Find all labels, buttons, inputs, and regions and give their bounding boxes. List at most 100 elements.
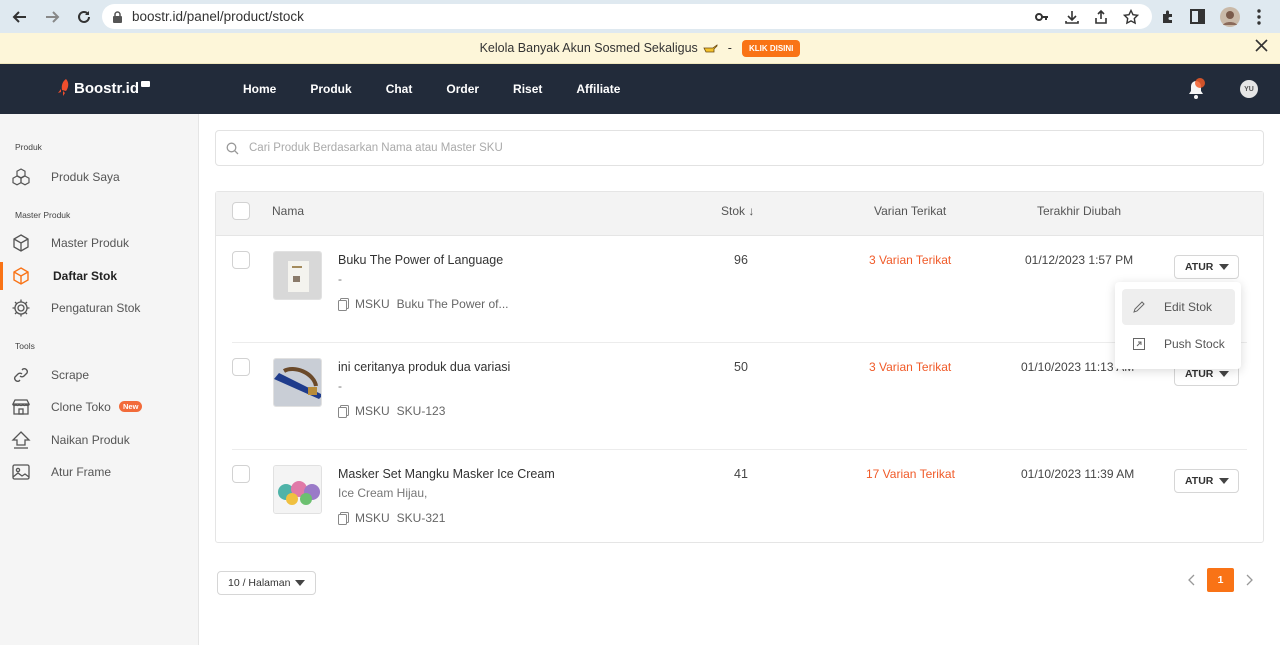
atur-label: ATUR (1185, 368, 1214, 380)
product-thumbnail[interactable] (273, 465, 322, 514)
column-stok[interactable]: Stok ↓ (721, 204, 754, 218)
product-thumbnail[interactable] (273, 251, 322, 300)
column-varian-terikat: Varian Terikat (874, 204, 947, 218)
sidebar-item-naikan-produk[interactable]: Naikan Produk (0, 426, 198, 454)
row-checkbox[interactable] (232, 358, 250, 376)
page-button-current[interactable]: 1 (1207, 568, 1234, 592)
sidebar-item-label: Scrape (51, 368, 90, 382)
promo-text: Kelola Banyak Akun Sosmed Sekaligus (479, 41, 698, 55)
browser-toolbar: boostr.id/panel/product/stock (0, 0, 1280, 33)
select-all-checkbox[interactable] (232, 202, 250, 220)
sidebar-section-produk: Produk (15, 142, 42, 152)
star-icon[interactable] (1123, 4, 1139, 29)
sidebar-item-daftar-stok[interactable]: Daftar Stok (0, 262, 198, 290)
search-placeholder: Cari Produk Berdasarkan Nama atau Master… (249, 142, 503, 154)
new-badge: New (119, 401, 143, 412)
atur-button[interactable]: ATUR (1174, 469, 1239, 493)
sidebar: Produk Produk Saya Master Produk Master … (0, 114, 199, 645)
promo-banner: Kelola Banyak Akun Sosmed Sekaligus - KL… (0, 33, 1280, 64)
atur-dropdown-menu: Edit Stok Push Stock (1115, 282, 1241, 369)
stock-table: Nama Stok ↓ Varian Terikat Terakhir Diub… (215, 191, 1264, 543)
avatar[interactable]: YU (1240, 80, 1258, 98)
sidebar-item-label: Atur Frame (51, 465, 112, 479)
sidebar-section-master-produk: Master Produk (15, 210, 71, 220)
table-row: Buku The Power of Language - MSKU Buku T… (216, 236, 1263, 343)
reload-icon[interactable] (69, 2, 99, 32)
nav-produk[interactable]: Produk (310, 82, 351, 96)
sidebar-item-master-produk[interactable]: Master Produk (0, 229, 198, 257)
sku-value: SKU-123 (396, 404, 446, 418)
row-checkbox[interactable] (232, 251, 250, 269)
url-host: boostr.id (132, 9, 184, 24)
sidebar-item-produk-saya[interactable]: Produk Saya (0, 163, 198, 191)
link-icon (11, 365, 31, 385)
linked-variants-link[interactable]: 3 Varian Terikat (869, 360, 951, 374)
app-header: Boostr.id Home Produk Chat Order Riset A… (0, 64, 1280, 114)
extensions-icon[interactable] (1160, 4, 1176, 29)
copy-icon[interactable] (338, 297, 349, 311)
image-icon (11, 462, 31, 482)
menu-item-label: Push Stock (1164, 337, 1225, 351)
last-updated: 01/12/2023 1:57 PM (1025, 253, 1134, 267)
menu-item-push-stock[interactable]: Push Stock (1122, 326, 1235, 362)
table-header: Nama Stok ↓ Varian Terikat Terakhir Diub… (216, 192, 1263, 236)
key-icon[interactable] (1035, 4, 1049, 29)
linked-variants-link[interactable]: 17 Varian Terikat (866, 467, 955, 481)
gear-icon (11, 298, 31, 318)
caret-down-icon (295, 580, 305, 586)
product-variant: - (338, 379, 342, 393)
logo-text: Boostr.id (74, 79, 140, 97)
nav-order[interactable]: Order (446, 82, 479, 96)
column-terakhir-diubah: Terakhir Diubah (1037, 204, 1122, 218)
atur-label: ATUR (1185, 475, 1214, 487)
search-input[interactable]: Cari Produk Berdasarkan Nama atau Master… (215, 130, 1264, 166)
stock-value: 41 (734, 467, 748, 481)
share-icon[interactable] (1093, 4, 1109, 29)
copy-icon[interactable] (338, 404, 349, 418)
store-icon (11, 397, 31, 417)
nav-chat[interactable]: Chat (386, 82, 413, 96)
forward-icon[interactable] (37, 2, 67, 32)
product-sku: MSKU SKU-321 (338, 511, 445, 525)
bell-icon[interactable] (1186, 78, 1206, 100)
linked-variants-link[interactable]: 3 Varian Terikat (869, 253, 951, 267)
box-icon (11, 266, 31, 286)
row-checkbox[interactable] (232, 465, 250, 483)
logo[interactable]: Boostr.id (56, 78, 151, 98)
product-name: Buku The Power of Language (338, 253, 504, 267)
menu-item-edit-stok[interactable]: Edit Stok (1122, 289, 1235, 325)
sidebar-item-label: Clone Toko (51, 400, 111, 414)
product-thumbnail[interactable] (273, 358, 322, 407)
download-icon[interactable] (1064, 4, 1080, 29)
copy-icon[interactable] (338, 511, 349, 525)
product-name: Masker Set Mangku Masker Ice Cream (338, 467, 555, 481)
nav-affiliate[interactable]: Affiliate (576, 82, 620, 96)
atur-button[interactable]: ATUR (1174, 255, 1239, 279)
column-nama: Nama (272, 204, 305, 218)
promo-cta-button[interactable]: KLIK DISINI (741, 39, 801, 57)
back-icon[interactable] (5, 2, 35, 32)
product-sku: MSKU SKU-123 (338, 404, 445, 418)
sidebar-item-clone-toko[interactable]: Clone Toko New (0, 393, 198, 421)
search-icon (226, 142, 239, 155)
sku-value: SKU-321 (396, 511, 446, 525)
menu-dots-icon[interactable] (1257, 4, 1261, 29)
logo-badge (141, 81, 151, 87)
nav-riset[interactable]: Riset (513, 82, 542, 96)
address-bar[interactable]: boostr.id/panel/product/stock (102, 4, 1152, 29)
profile-icon[interactable] (1219, 4, 1241, 29)
caret-down-icon (1219, 371, 1229, 377)
caret-down-icon (1219, 264, 1229, 270)
sidebar-item-pengaturan-stok[interactable]: Pengaturan Stok (0, 294, 198, 322)
prev-page-icon[interactable] (1188, 574, 1196, 586)
close-icon[interactable] (1255, 39, 1268, 52)
page-size-select[interactable]: 10 / Halaman (217, 571, 316, 595)
pencil-icon (1133, 301, 1145, 313)
sidebar-item-scrape[interactable]: Scrape (0, 361, 198, 389)
caret-down-icon (1219, 478, 1229, 484)
sidepanel-icon[interactable] (1190, 4, 1205, 29)
atur-label: ATUR (1185, 261, 1214, 273)
nav-home[interactable]: Home (243, 82, 276, 96)
sidebar-item-atur-frame[interactable]: Atur Frame (0, 458, 198, 486)
next-page-icon[interactable] (1245, 574, 1253, 586)
